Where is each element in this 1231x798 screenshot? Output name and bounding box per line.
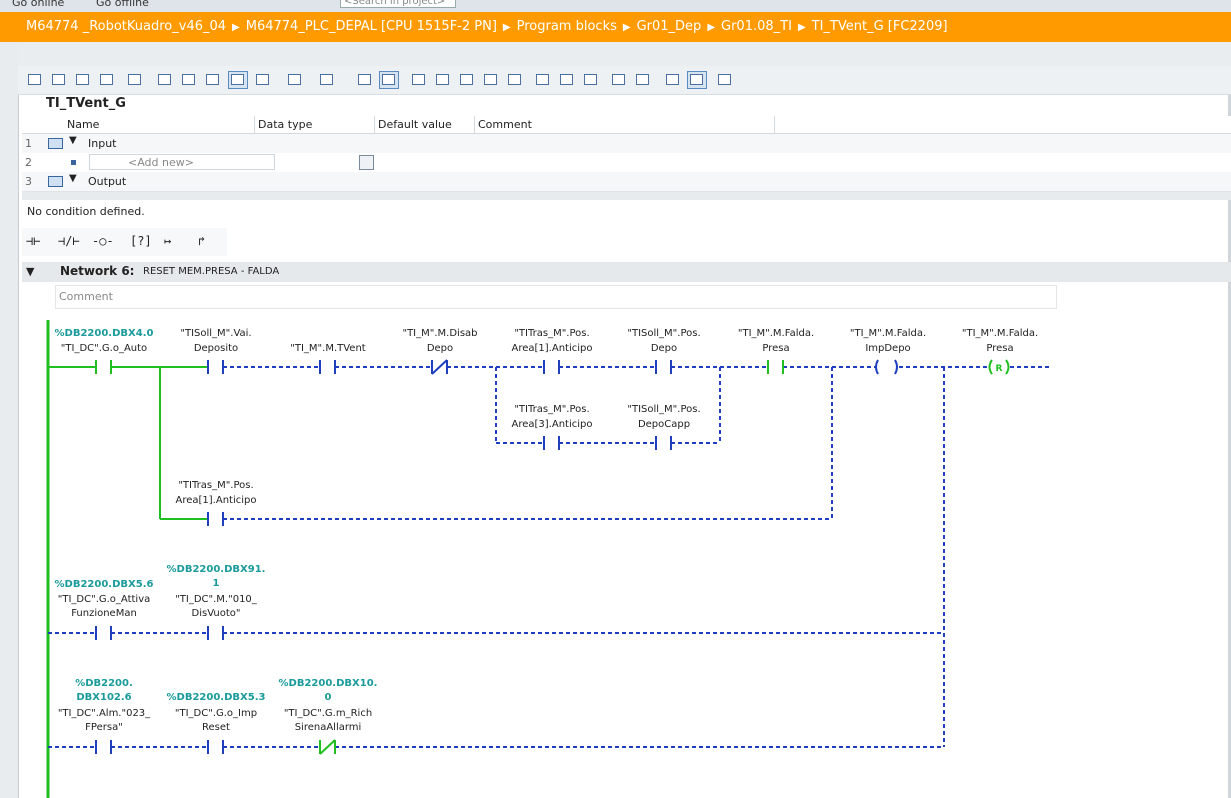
operand-name: "TISoll_M".Pos. [627, 404, 700, 415]
reset-coil-label: R [996, 364, 1003, 374]
operand-name: FPersa" [85, 722, 123, 733]
operand-name: "TI_M".M.Falda. [962, 328, 1038, 339]
operand-address: 0 [325, 692, 332, 703]
operand-address: %DB2200.DBX91. [167, 564, 266, 575]
operand-name: "TI_DC".M."010_ [175, 594, 258, 605]
operand-name: "TI_DC".Alm."023_ [58, 708, 151, 719]
operand-name: Depo [427, 343, 453, 354]
operand-name: Depo [651, 343, 677, 354]
operand-name: Reset [202, 722, 230, 733]
operand-name: "TISoll_M".Pos. [627, 328, 700, 339]
operand-name: ImpDepo [865, 343, 910, 354]
operand-name: "TISoll_M".Vai. [180, 328, 251, 339]
operand-name: "TI_DC".G.o_Attiva [58, 594, 151, 605]
ladder-diagram: R %DB2200.DBX4.0 "TI_DC".G.o_Auto "TISol… [46, 320, 1050, 798]
operand-name: Presa [762, 343, 789, 354]
operand-address: %DB2200.DBX5.6 [55, 579, 154, 590]
operand-name: "TI_DC".G.m_Rich [284, 708, 372, 719]
operand-address: %DB2200.DBX4.0 [55, 328, 154, 339]
operand-name: "TITras_M".Pos. [178, 480, 253, 491]
operand-name: Presa [986, 343, 1013, 354]
operand-name: "TITras_M".Pos. [514, 404, 589, 415]
operand-name: DepoCapp [638, 419, 690, 430]
operand-name: Area[1].Anticipo [176, 495, 257, 506]
operand-name: "TI_DC".G.o_Auto [61, 343, 147, 354]
operand-address: DBX102.6 [76, 692, 131, 703]
operand-name: DisVuoto" [192, 608, 241, 619]
operand-name: "TITras_M".Pos. [514, 328, 589, 339]
operand-name: FunzioneMan [71, 608, 137, 619]
operand-name: Area[3].Anticipo [512, 419, 593, 430]
operand-name: "TI_M".M.Disab [402, 328, 477, 339]
operand-address: %DB2200.DBX5.3 [167, 692, 266, 703]
operand-address: %DB2200.DBX10. [279, 678, 378, 689]
operand-name: "TI_M".M.Falda. [850, 328, 926, 339]
operand-name: Area[1].Anticipo [512, 343, 593, 354]
operand-address: %DB2200. [75, 678, 133, 689]
operand-address: 1 [213, 578, 220, 589]
operand-name: SirenaAllarmi [295, 722, 362, 733]
operand-name: "TI_M".M.TVent [290, 343, 366, 354]
operand-name: "TI_M".M.Falda. [738, 328, 814, 339]
operand-name: Deposito [194, 343, 238, 354]
operand-name: "TI_DC".G.o_Imp [175, 708, 257, 719]
